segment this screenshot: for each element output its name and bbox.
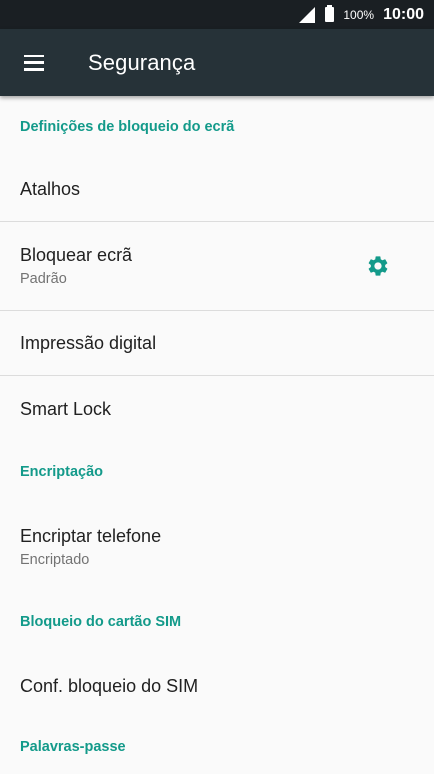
signal-icon — [299, 6, 316, 23]
section-header-encryption: Encriptação — [20, 464, 103, 480]
page-title: Segurança — [88, 49, 196, 75]
battery-percent: 100% — [343, 7, 375, 22]
list-item-smart-lock[interactable]: Smart Lock — [0, 376, 434, 442]
item-title: Encriptar telefone — [20, 526, 162, 546]
list-item-screen-lock[interactable]: Bloquear ecrã Padrão — [0, 222, 434, 310]
list-item-sim-lock-settings[interactable]: Conf. bloqueio do SIM — [0, 652, 434, 720]
item-title: Atalhos — [20, 179, 81, 199]
list-item-shortcuts[interactable]: Atalhos — [0, 158, 434, 221]
list-item-fingerprint[interactable]: Impressão digital — [0, 311, 434, 375]
item-title: Impressão digital — [20, 332, 157, 353]
section-header-screen-lock: Definições de bloqueio do ecrã — [20, 119, 235, 135]
battery-icon — [325, 5, 335, 22]
item-summary: Padrão — [20, 271, 67, 287]
section-header-sim-lock: Bloqueio do cartão SIM — [20, 614, 182, 630]
app-bar: Segurança — [0, 29, 434, 96]
item-summary: Encriptado — [20, 552, 90, 568]
clock: 10:00 — [383, 5, 424, 23]
menu-icon[interactable] — [24, 54, 44, 71]
status-bar: 100% 10:00 — [0, 0, 434, 29]
list-item-encrypt-phone[interactable]: Encriptar telefone Encriptado — [0, 502, 434, 592]
item-title: Conf. bloqueio do SIM — [20, 675, 199, 696]
item-title: Bloquear ecrã — [20, 245, 133, 265]
section-header-passwords: Palavras-passe — [20, 739, 126, 755]
settings-list: Definições de bloqueio do ecrã Atalhos B… — [0, 96, 434, 774]
gear-icon[interactable] — [366, 254, 390, 278]
item-title: Smart Lock — [20, 398, 112, 419]
